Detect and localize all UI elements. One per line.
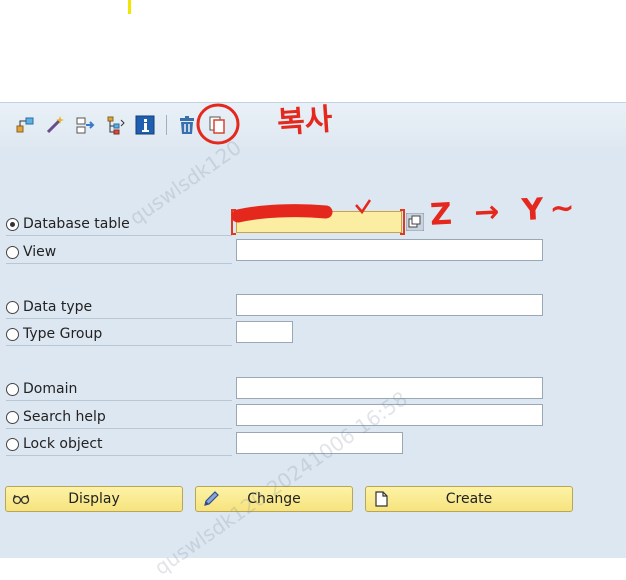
radio-type-group[interactable]: Type Group: [6, 323, 102, 345]
new-document-icon: [375, 491, 388, 507]
radio-data-type[interactable]: Data type: [6, 296, 92, 318]
radio-label-database-table: Database table: [23, 216, 130, 232]
row-divider: [6, 428, 232, 429]
row-divider: [6, 235, 232, 236]
view-input[interactable]: [236, 239, 543, 261]
copy-annotation-text: 복사: [276, 102, 334, 141]
radio-button[interactable]: [6, 245, 19, 259]
window-top-area: [0, 0, 626, 102]
where-used-icon[interactable]: [74, 114, 96, 136]
type-group-input[interactable]: [236, 321, 293, 343]
display-button-label: Display: [68, 491, 120, 507]
radio-button[interactable]: [6, 437, 19, 451]
radio-label-view: View: [23, 244, 57, 260]
yellow-marker: [128, 0, 131, 14]
copy-icon[interactable]: [206, 114, 228, 136]
value-help-icon[interactable]: [406, 213, 424, 231]
radio-view[interactable]: View: [6, 241, 56, 263]
radio-label-lock-object: Lock object: [23, 436, 103, 452]
info-icon[interactable]: [134, 114, 156, 136]
toolbar-separator: [166, 115, 167, 135]
pencil-icon: [204, 491, 219, 506]
create-button-label: Create: [445, 491, 493, 507]
radio-label-data-type: Data type: [23, 299, 93, 315]
delete-icon[interactable]: [176, 114, 198, 136]
row-divider: [6, 318, 232, 319]
radio-button[interactable]: [6, 410, 19, 424]
radio-button[interactable]: [6, 217, 19, 231]
radio-button[interactable]: [6, 382, 19, 396]
row-divider: [6, 345, 232, 346]
glasses-icon: [12, 494, 30, 505]
focus-bracket-left: [231, 209, 236, 235]
radio-button[interactable]: [6, 327, 19, 341]
radio-button[interactable]: [6, 300, 19, 314]
radio-lock-object[interactable]: Lock object: [6, 433, 103, 455]
database-table-input[interactable]: [236, 211, 402, 233]
radio-domain[interactable]: Domain: [6, 378, 77, 400]
focus-bracket-right: [400, 209, 405, 235]
tree-icon[interactable]: [104, 114, 126, 136]
radio-label-type-group: Type Group: [23, 326, 103, 342]
radio-label-domain: Domain: [23, 381, 78, 397]
create-button[interactable]: Create: [365, 486, 573, 512]
radio-search-help[interactable]: Search help: [6, 406, 106, 428]
hierarchy-icon[interactable]: [14, 114, 36, 136]
radio-label-search-help: Search help: [23, 409, 106, 425]
data-type-input[interactable]: [236, 294, 543, 316]
row-divider: [6, 400, 232, 401]
row-divider: [6, 263, 232, 264]
radio-database-table[interactable]: Database table: [6, 213, 130, 235]
magic-wand-icon[interactable]: [44, 114, 66, 136]
row-divider: [6, 455, 232, 456]
display-button[interactable]: Display: [5, 486, 183, 512]
